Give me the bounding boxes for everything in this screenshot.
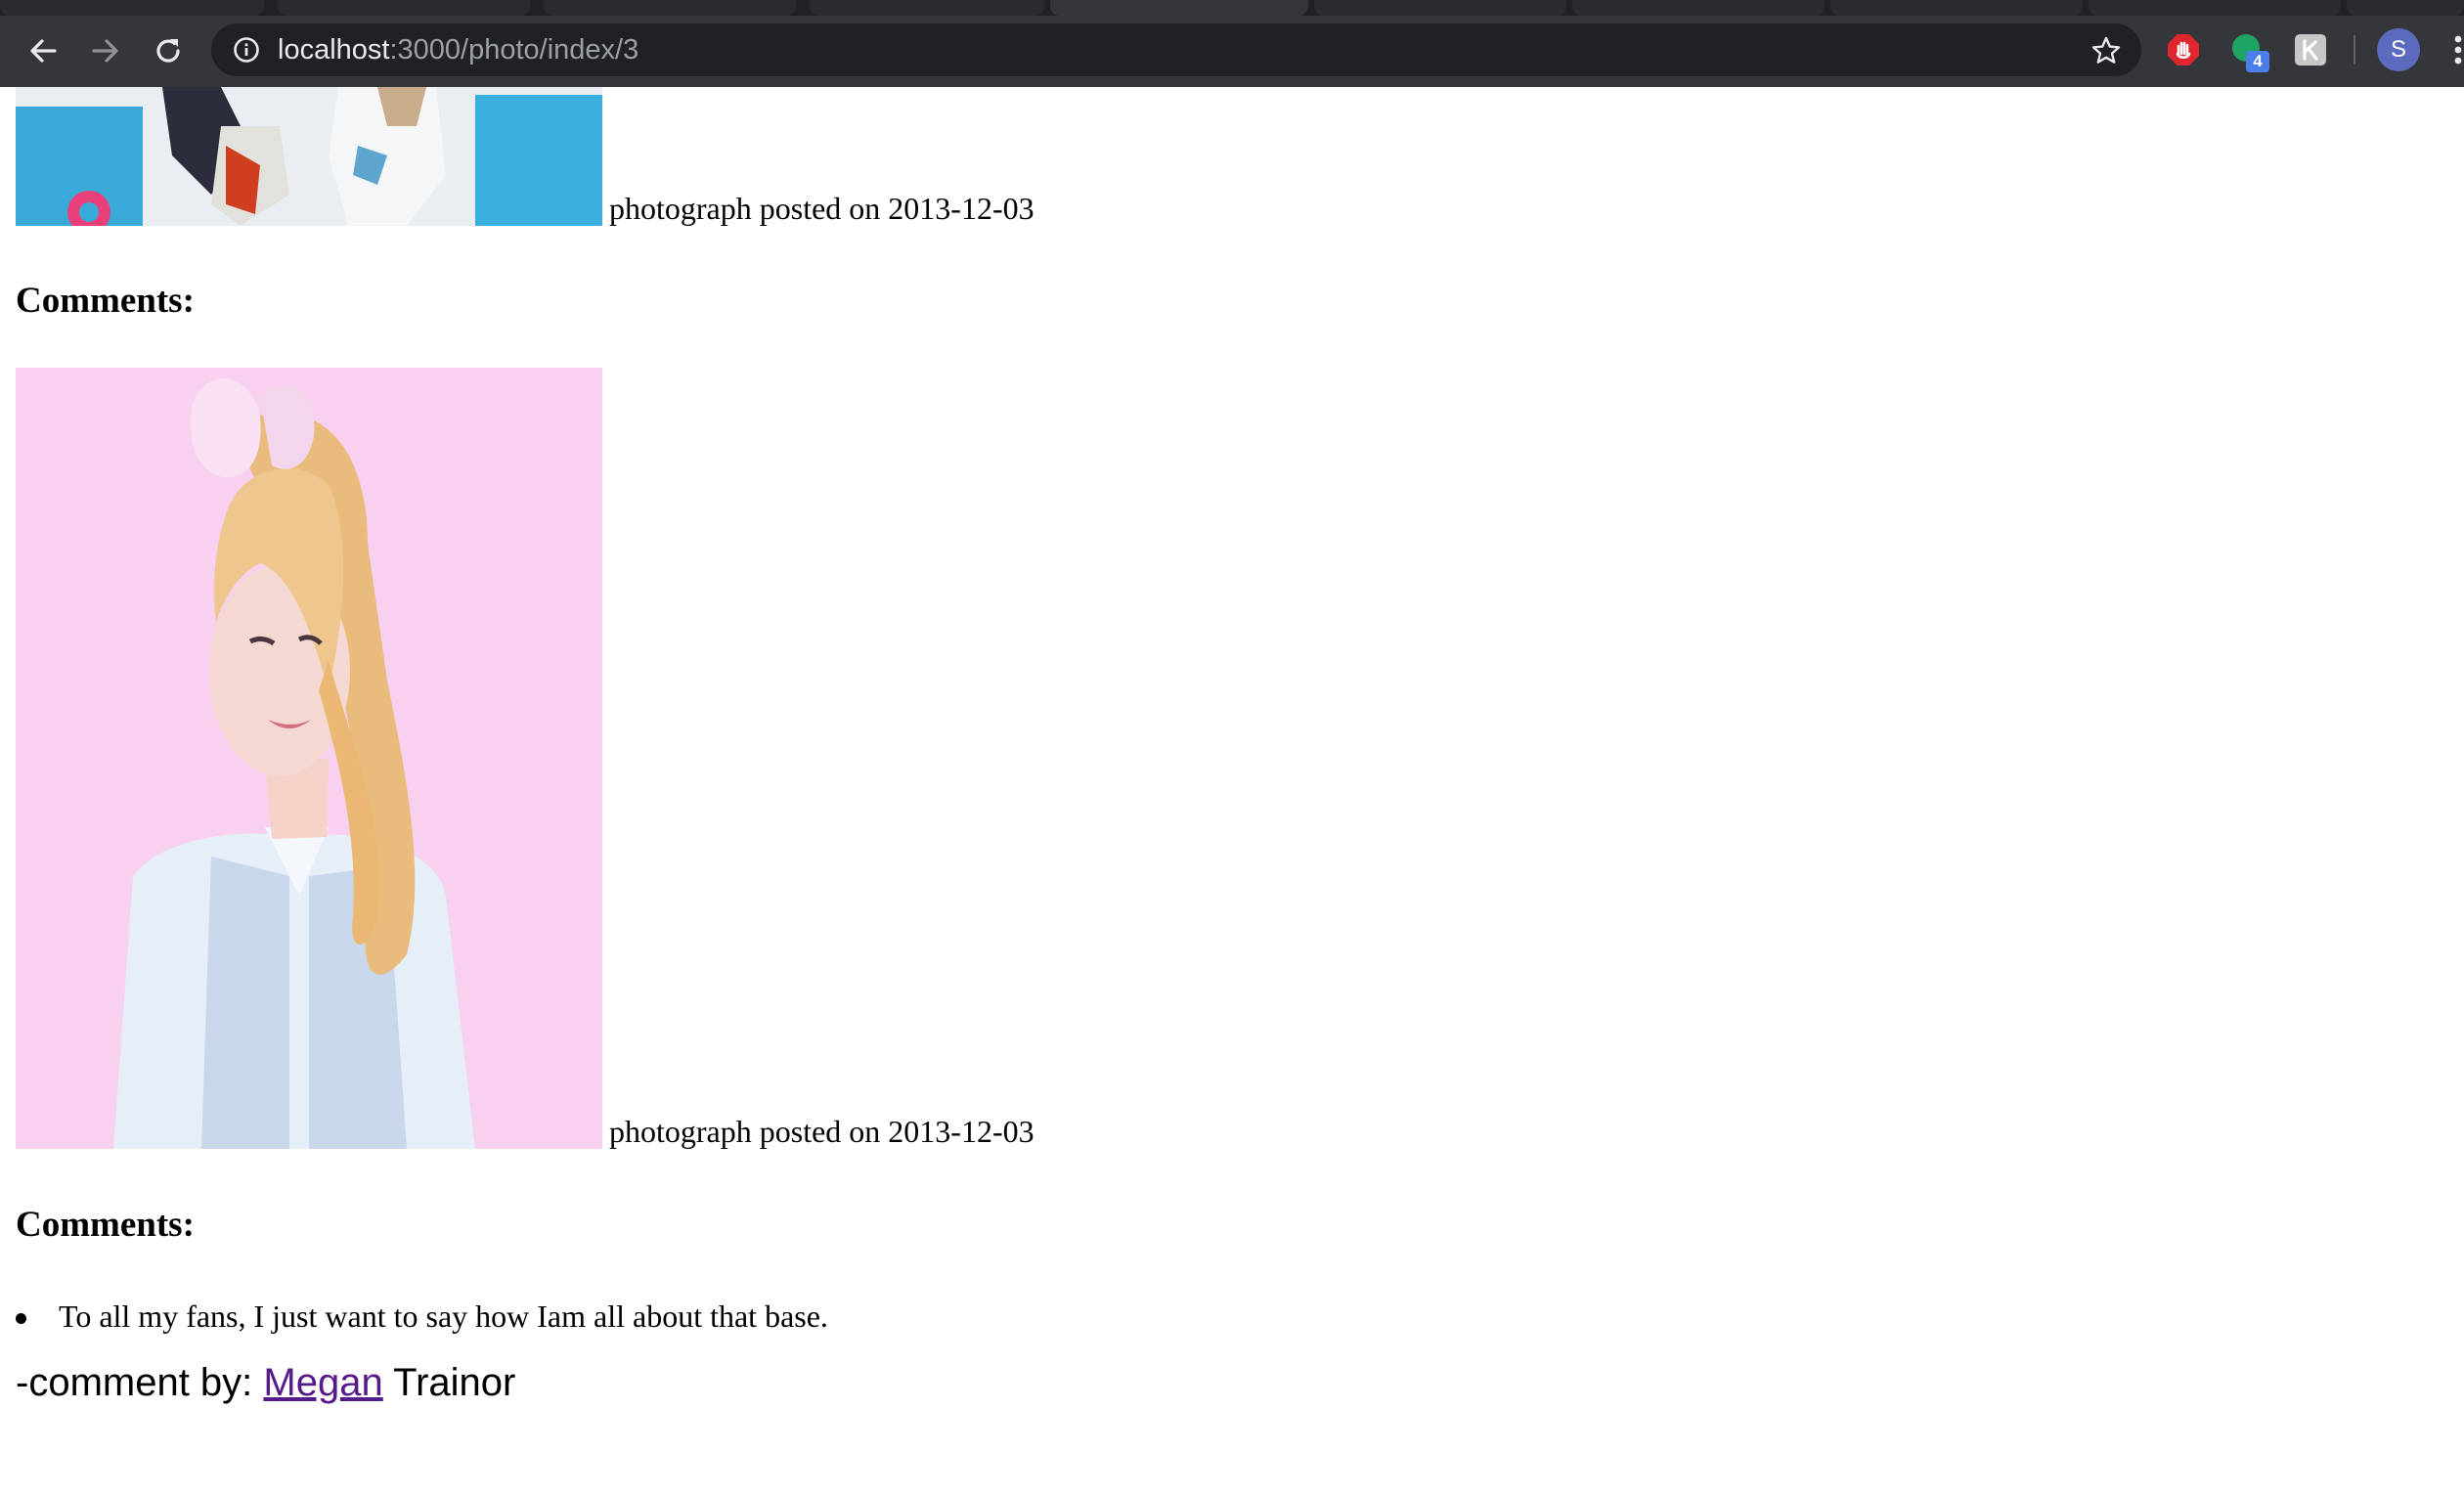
browser-tab[interactable] (1830, 0, 2083, 16)
browser-tab[interactable] (2347, 0, 2464, 16)
comment-list: To all my fans, I just want to say how I… (16, 1297, 828, 1336)
browser-menu-icon[interactable] (2452, 33, 2464, 66)
photo-image (16, 368, 602, 1149)
browser-tab[interactable] (1572, 0, 1825, 16)
back-button[interactable] (22, 29, 65, 72)
reload-button[interactable] (147, 29, 190, 72)
profile-avatar[interactable]: S (2377, 28, 2420, 71)
post-photo (16, 368, 602, 1149)
toolbar-divider (2354, 35, 2355, 65)
back-arrow-icon (30, 39, 57, 63)
url-path: :3000/photo/index/3 (389, 34, 639, 66)
reload-icon (156, 39, 180, 63)
photo-caption: photograph posted on 2013-12-03 (609, 191, 1034, 226)
page-content: photograph posted on 2013-12-03 Comments… (0, 87, 2464, 1497)
site-info-icon[interactable] (233, 36, 260, 64)
bullet-icon (16, 1313, 26, 1324)
comments-heading: Comments: (16, 281, 195, 321)
comment-by-prefix: -comment by: (16, 1361, 253, 1404)
extension-badge: 4 (2246, 51, 2269, 72)
url-text[interactable]: localhost:3000/photo/index/3 (278, 35, 638, 65)
post-photo (16, 87, 602, 226)
browser-tab[interactable] (1314, 0, 1566, 16)
comments-heading: Comments: (16, 1205, 195, 1245)
tab-strip (0, 0, 2464, 16)
url-host: localhost (278, 34, 390, 66)
bookmark-star-icon[interactable] (2090, 35, 2122, 66)
comment-author-line: -comment by: Megan Trainor (16, 1360, 515, 1405)
browser-tab[interactable] (2089, 0, 2341, 16)
browser-tab[interactable] (278, 0, 530, 16)
browser-tab[interactable] (0, 0, 264, 16)
forward-button[interactable] (84, 29, 127, 72)
comment-author-link[interactable]: Megan (263, 1361, 382, 1404)
address-bar[interactable]: localhost:3000/photo/index/3 (211, 23, 2141, 76)
comment-text: To all my fans, I just want to say how I… (59, 1299, 828, 1334)
comment-item: To all my fans, I just want to say how I… (16, 1297, 828, 1336)
photo-caption: photograph posted on 2013-12-03 (609, 1114, 1034, 1149)
browser-toolbar: localhost:3000/photo/index/3 4 S (0, 0, 2464, 87)
browser-tab[interactable] (810, 0, 1044, 16)
forward-arrow-icon (92, 39, 118, 63)
browser-tab[interactable] (544, 0, 796, 16)
k-extension-icon[interactable] (2294, 33, 2327, 66)
browser-tab-active[interactable] (1050, 0, 1308, 16)
comment-author-lastname: Trainor (393, 1361, 516, 1404)
adblock-icon[interactable] (2167, 33, 2200, 66)
green-dot-extension-icon[interactable]: 4 (2231, 33, 2269, 72)
photo-image (16, 87, 602, 226)
